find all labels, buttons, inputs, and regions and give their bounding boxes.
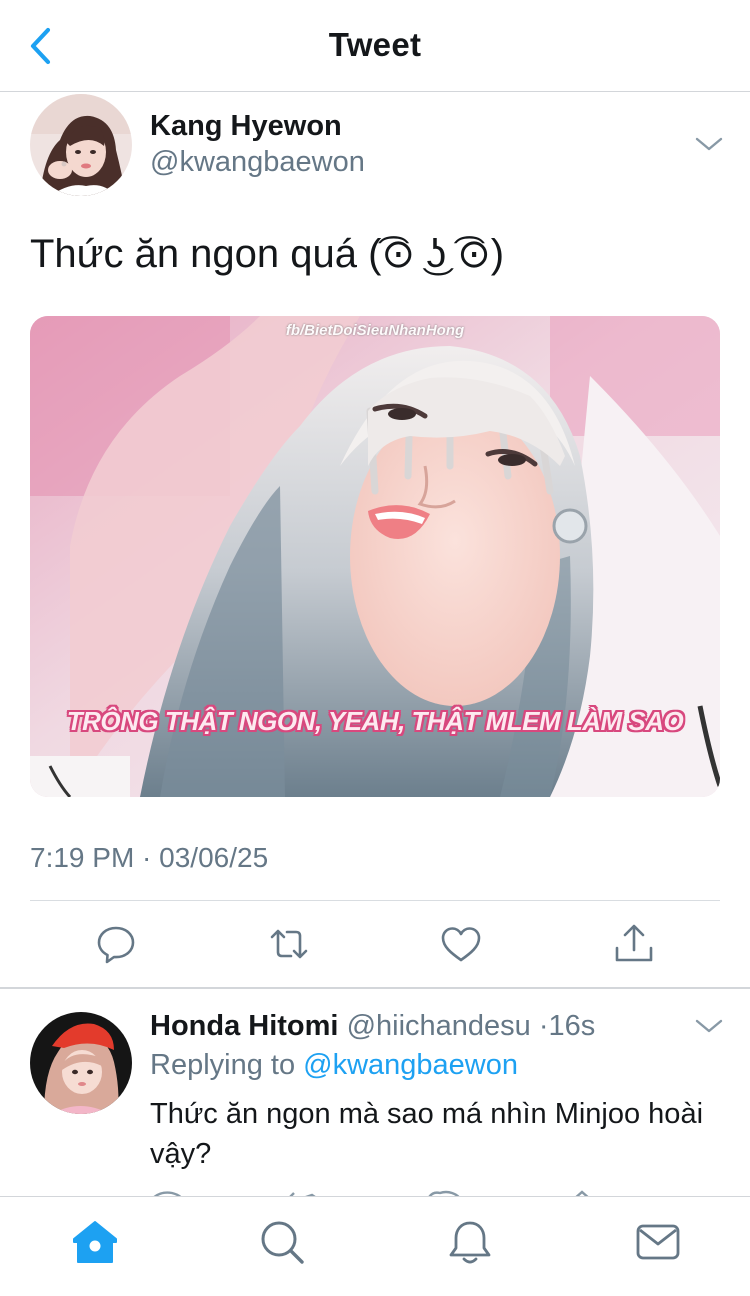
replying-to-line: Replying to @kwangbaewon [150, 1049, 518, 1082]
like-icon [441, 927, 481, 962]
tweet-timestamp: 7:19 PM · 03/06/25 [30, 842, 269, 873]
media-caption: TRÔNG THẬT NGON, YEAH, THẬT MLEM LÀM SAO [66, 706, 684, 736]
divider [30, 900, 720, 901]
reply-button[interactable] [94, 922, 138, 966]
reply-author-handle[interactable]: @hiichandesu [347, 1010, 531, 1042]
page-title: Tweet [328, 26, 422, 63]
share-button[interactable] [612, 922, 656, 966]
notifications-icon [449, 1221, 491, 1264]
reply-header: Honda Hitomi @hiichandesu ·16s [150, 1010, 595, 1043]
tab-bar [0, 1196, 750, 1296]
author-avatar[interactable] [30, 94, 132, 196]
reply-text: Thức ăn ngon mà sao má nhìn Minjoo hoài … [150, 1098, 704, 1170]
tab-search[interactable] [257, 1217, 307, 1267]
reply-separator: · [538, 1010, 549, 1042]
reply-time: 16s [548, 1010, 596, 1042]
navigation-bar: Tweet [0, 0, 750, 92]
reply-author-avatar[interactable] [30, 1012, 132, 1114]
reply-actions-peek [0, 1186, 750, 1196]
tab-notifications[interactable] [445, 1217, 495, 1267]
messages-icon [636, 1224, 680, 1260]
reply-author-name[interactable]: Honda Hitomi [150, 1010, 339, 1042]
share-icon [615, 924, 653, 962]
replying-to-mention[interactable]: @kwangbaewon [303, 1049, 518, 1081]
reply-icon [97, 926, 135, 964]
replying-to-prefix: Replying to [150, 1049, 304, 1081]
tab-home[interactable] [70, 1217, 120, 1267]
author-handle[interactable]: @kwangbaewon [150, 146, 365, 179]
like-button[interactable] [439, 922, 483, 966]
tweet-options-button[interactable] [694, 134, 724, 154]
retweet-icon [270, 929, 308, 959]
reply-options-button[interactable] [694, 1016, 724, 1036]
search-icon [261, 1221, 304, 1264]
tweet-text: Thức ăn ngon quá (͡⊙ ͜ʖ ͡⊙) [30, 232, 505, 276]
home-icon [73, 1221, 117, 1263]
tab-messages[interactable] [633, 1217, 683, 1267]
tweet-media[interactable]: fb/BietDoiSieuNhanHong TRÔNG THẬT NGON, … [30, 316, 720, 797]
chevron-down-icon [695, 137, 723, 151]
media-watermark: fb/BietDoiSieuNhanHong [285, 322, 465, 339]
retweet-button[interactable] [267, 922, 311, 966]
author-name[interactable]: Kang Hyewon [150, 110, 342, 143]
section-divider [0, 987, 750, 989]
chevron-down-icon [695, 1019, 723, 1033]
